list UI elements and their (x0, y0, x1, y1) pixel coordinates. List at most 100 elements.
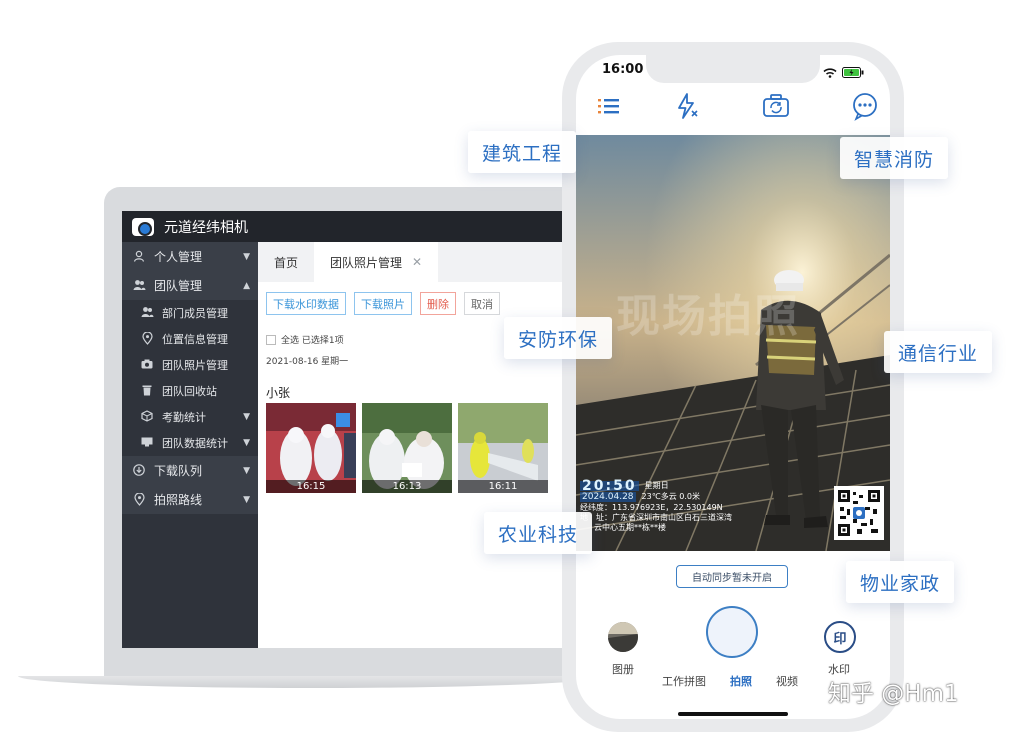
download-watermark-button[interactable]: 下载水印数据 (266, 292, 346, 315)
location-pin-icon (140, 331, 154, 346)
camera-toolbar (576, 91, 890, 131)
stamp-date: 2024.04.28 (580, 492, 636, 502)
date-label: 2021-08-16 星期一 (266, 357, 349, 367)
photo-thumbnail[interactable]: 16:11 (458, 403, 548, 493)
route-pin-icon (132, 491, 146, 507)
mode-video[interactable]: 视频 (776, 673, 798, 689)
status-time: 16:00 (602, 62, 644, 77)
sidebar-item-download-queue[interactable]: 下载队列 ▼ (122, 456, 258, 485)
select-all-checkbox[interactable] (266, 334, 276, 345)
sidebar-item-label: 团队数据统计 (162, 437, 228, 450)
caret-up-icon: ▲ (243, 280, 250, 291)
album-label[interactable]: 图册 (612, 661, 634, 677)
sidebar-item-team[interactable]: 团队管理 ▲ (122, 271, 258, 300)
product-showcase: 元道经纬相机 个人管理 ▼ 团队管理 ▲ 部门成员管理 位置信息管理 团队照片管… (0, 0, 1024, 736)
select-all-label: 全选 已选择1项 (281, 336, 344, 346)
sidebar-item-location[interactable]: 位置信息管理 (122, 326, 258, 352)
thumbnail-time: 16:15 (266, 480, 356, 493)
tag-property: 物业家政 (846, 561, 955, 603)
qr-code-icon (834, 486, 884, 540)
members-icon (140, 306, 154, 320)
stamp-weekday: 星期日 (644, 481, 669, 490)
caret-down-icon: ▼ (243, 465, 250, 476)
album-thumbnail[interactable] (608, 622, 638, 652)
thumbnail-time: 16:13 (362, 480, 452, 493)
delete-button[interactable]: 删除 (420, 292, 456, 315)
menu-list-icon[interactable] (594, 91, 624, 121)
trash-icon (140, 384, 154, 398)
phone-notch (646, 55, 820, 83)
caret-down-icon: ▼ (243, 438, 250, 448)
sidebar-item-photo-route[interactable]: 拍照路线 ▼ (122, 485, 258, 514)
sidebar: 个人管理 ▼ 团队管理 ▲ 部门成员管理 位置信息管理 团队照片管理 团队回收站… (122, 242, 258, 648)
sidebar-item-attendance[interactable]: 考勤统计 ▼ (122, 404, 258, 430)
tab-label: 首页 (274, 255, 299, 270)
close-icon[interactable]: ✕ (412, 255, 422, 269)
cancel-button[interactable]: 取消 (464, 292, 500, 315)
sidebar-item-label: 拍照路线 (154, 493, 203, 507)
sidebar-item-label: 部门成员管理 (162, 307, 228, 320)
sidebar-item-label: 团队管理 (154, 279, 203, 293)
home-indicator (678, 712, 788, 716)
tag-construction: 建筑工程 (468, 131, 577, 173)
tag-security: 安防环保 (504, 317, 613, 359)
tag-agriculture: 农业科技 (484, 512, 593, 554)
sidebar-item-personal[interactable]: 个人管理 ▼ (122, 242, 258, 271)
laptop-base (18, 676, 608, 688)
footer-watermark: 知乎 @Hm1 (828, 681, 959, 707)
sidebar-item-label: 团队照片管理 (162, 359, 228, 372)
team-icon (132, 279, 146, 293)
sidebar-item-team-photos[interactable]: 团队照片管理 (122, 352, 258, 378)
stamp-address: 广东省深圳市南山区白石三道深湾 (612, 513, 732, 522)
tab-team-photos[interactable]: 团队照片管理 ✕ (314, 242, 439, 282)
sidebar-item-label: 位置信息管理 (162, 333, 228, 346)
watermark-overlay-text: 现场拍照 (616, 291, 800, 342)
stamp-clock: 20:50 (580, 478, 639, 494)
camera-logo-icon (132, 217, 154, 236)
tab-home[interactable]: 首页 (258, 242, 314, 282)
action-toolbar: 下载水印数据 下载照片 删除 取消 (266, 292, 500, 315)
shutter-button[interactable] (706, 606, 758, 658)
flash-off-icon[interactable] (672, 91, 702, 121)
main-content: 首页 团队照片管理 ✕ 下载水印数据 下载照片 删除 取消 全选 已选择1项 2… (258, 242, 568, 648)
tab-bar: 首页 团队照片管理 ✕ (258, 242, 568, 282)
caret-down-icon: ▼ (243, 251, 250, 262)
sidebar-item-label: 下载队列 (154, 464, 203, 478)
stamp-address-line2: 云中心五期**栋**楼 (594, 523, 666, 532)
select-all-row: 全选 已选择1项 (266, 333, 344, 346)
mode-photo[interactable]: 拍照 (730, 673, 752, 689)
download-photos-button[interactable]: 下载照片 (354, 292, 412, 315)
chart-icon (140, 436, 154, 450)
status-icons (823, 63, 864, 82)
thumbnail-time: 16:11 (458, 480, 548, 493)
flip-camera-icon[interactable] (761, 91, 791, 121)
sidebar-item-label: 团队回收站 (162, 385, 217, 398)
tag-telecom: 通信行业 (884, 331, 993, 373)
watermark-button[interactable]: 印 (824, 621, 856, 653)
sidebar-item-team-stats[interactable]: 团队数据统计 ▼ (122, 430, 258, 456)
camera-viewfinder[interactable]: 现场拍照 20:50 星期日 2024.04.28 23℃多云 0.0米 经纬度… (576, 135, 890, 551)
stamp-weather: 23℃多云 0.0米 (641, 492, 700, 501)
person-icon (132, 250, 146, 264)
sidebar-item-members[interactable]: 部门成员管理 (122, 300, 258, 326)
watermark-stamp: 20:50 星期日 2024.04.28 23℃多云 0.0米 经纬度：113.… (580, 478, 740, 533)
tag-fire: 智慧消防 (840, 137, 949, 179)
photo-thumbnail[interactable]: 16:13 (362, 403, 452, 493)
more-chat-icon[interactable] (850, 91, 880, 121)
tab-label: 团队照片管理 (330, 255, 403, 270)
caret-down-icon: ▼ (243, 412, 250, 422)
wifi-icon (823, 63, 837, 82)
auto-sync-button[interactable]: 自动同步暂未开启 (676, 565, 788, 588)
sidebar-item-label: 考勤统计 (162, 411, 206, 424)
sidebar-item-recycle[interactable]: 团队回收站 (122, 378, 258, 404)
app-header: 元道经纬相机 (122, 211, 568, 242)
sidebar-item-label: 个人管理 (154, 250, 203, 264)
mode-collage[interactable]: 工作拼图 (662, 673, 706, 689)
battery-charging-icon (842, 63, 864, 82)
stamp-coords: 113.976923E，22.530149N (612, 503, 723, 512)
laptop-screen: 元道经纬相机 个人管理 ▼ 团队管理 ▲ 部门成员管理 位置信息管理 团队照片管… (122, 211, 568, 648)
stamp-coords-label: 经纬度： (580, 503, 612, 512)
box-icon (140, 410, 154, 424)
caret-down-icon: ▼ (243, 494, 250, 505)
photo-thumbnail[interactable]: 16:15 (266, 403, 356, 493)
